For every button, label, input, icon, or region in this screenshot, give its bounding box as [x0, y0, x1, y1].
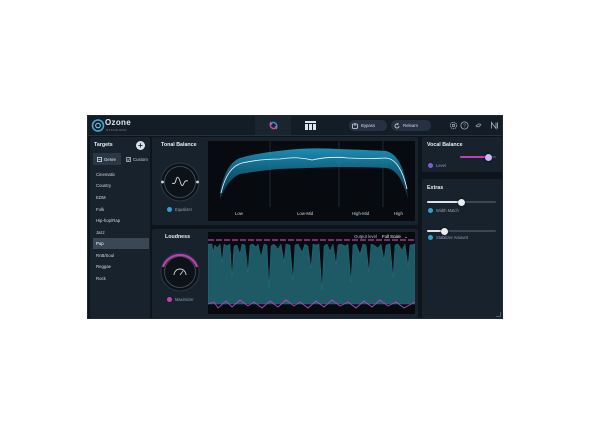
- loudness-graph: Output level Full Scale ⌄: [208, 232, 415, 314]
- band-label-low-mid: Low-Mid: [297, 211, 314, 216]
- relearn-icon: [394, 122, 400, 128]
- ozone-window: Ozone STANDARD Bypass Relearn ? Targets …: [87, 115, 503, 319]
- tonal-balance-panel: Tonal Balance Equalizer Low Low-Mid High…: [152, 137, 418, 225]
- custom-check-icon: [126, 156, 131, 162]
- vocal-balance-panel: Vocal Balance Level: [422, 137, 502, 172]
- targets-panel: Targets + Genre Custom Cinematic Country…: [90, 137, 150, 318]
- genre-item-pop[interactable]: Pop: [93, 238, 149, 249]
- power-icon: [167, 207, 172, 212]
- genre-icon: [97, 156, 102, 162]
- loudness-title: Loudness: [165, 234, 191, 240]
- settings-icon[interactable]: [449, 121, 458, 130]
- genre-item-rnb[interactable]: RnB/Soul: [93, 250, 149, 261]
- power-icon: [428, 235, 433, 240]
- stabilizer-slider-thumb[interactable]: [440, 227, 448, 235]
- tonal-balance-graph: Low Low-Mid High-Mid High: [208, 141, 415, 221]
- tonal-balance-title: Tonal Balance: [161, 142, 197, 148]
- logo-text: Ozone: [105, 118, 131, 127]
- width-match-label: Width Match: [436, 208, 459, 213]
- equalizer-module[interactable]: Equalizer: [167, 207, 192, 212]
- band-label-high: High: [394, 211, 403, 216]
- genre-item-hiphop[interactable]: Hip-hop/Rap: [93, 215, 149, 226]
- stabilizer-control: Stabilizer Amount: [428, 235, 468, 240]
- power-icon: [428, 163, 433, 168]
- equalizer-label: Equalizer: [175, 207, 193, 212]
- maximizer-module[interactable]: Maximizer: [167, 297, 194, 302]
- width-match-slider-fill: [427, 201, 462, 203]
- genre-item-rock[interactable]: Rock: [93, 273, 149, 284]
- level-label: Level: [436, 163, 446, 168]
- target-range-band: [220, 148, 408, 199]
- equalizer-knob[interactable]: [159, 161, 201, 203]
- extras-title: Extras: [427, 185, 444, 191]
- extras-panel: Extras Width Match Stabilizer Amount: [422, 179, 502, 318]
- genre-item-reggae[interactable]: Reggae: [93, 261, 149, 272]
- grid-view-icon: [304, 121, 316, 130]
- band-label-high-mid: High-Mid: [352, 211, 370, 216]
- assistant-view-button[interactable]: [255, 116, 291, 135]
- relearn-button[interactable]: Relearn: [391, 120, 431, 131]
- svg-text:?: ?: [463, 123, 466, 129]
- tab-custom[interactable]: Custom: [122, 153, 149, 165]
- ozone-swirl-icon[interactable]: [474, 121, 483, 130]
- top-bar: Ozone STANDARD Bypass Relearn ?: [88, 116, 502, 136]
- power-icon: [428, 208, 433, 213]
- genre-item-jazz[interactable]: Jazz: [93, 227, 149, 238]
- genre-item-cinematic[interactable]: Cinematic: [93, 169, 149, 180]
- assistant-view-icon: [269, 121, 277, 130]
- genre-item-folk[interactable]: Folk: [93, 204, 149, 215]
- ozone-logo-icon: [91, 119, 105, 132]
- grid-view-button[interactable]: [292, 116, 328, 135]
- resize-grip-icon[interactable]: [496, 312, 501, 317]
- targets-title: Targets: [94, 142, 113, 148]
- vocal-balance-title: Vocal Balance: [427, 142, 463, 148]
- tonal-balance-curves: [220, 141, 408, 207]
- relearn-label: Relearn: [403, 123, 419, 128]
- level-control: Level: [428, 163, 446, 168]
- loudness-panel: Loudness Maximizer Output level Full Sca…: [152, 229, 418, 318]
- ni-logo-icon[interactable]: [490, 121, 499, 130]
- stabilizer-label: Stabilizer Amount: [436, 235, 468, 240]
- bypass-label: Bypass: [361, 123, 376, 128]
- tab-custom-label: Custom: [133, 156, 148, 162]
- loudness-waveform: [208, 239, 415, 309]
- logo-subtitle: STANDARD: [106, 128, 128, 132]
- maximizer-knob[interactable]: [159, 251, 201, 293]
- help-icon[interactable]: ?: [460, 121, 469, 130]
- maximizer-label: Maximizer: [175, 297, 194, 302]
- plus-icon[interactable]: +: [136, 141, 145, 150]
- genre-item-country[interactable]: Country: [93, 180, 149, 191]
- bypass-icon: [352, 122, 358, 129]
- band-label-low: Low: [235, 211, 243, 216]
- genre-item-edm[interactable]: EDM: [93, 192, 149, 203]
- tab-genre[interactable]: Genre: [93, 153, 121, 165]
- power-icon: [167, 297, 172, 302]
- width-match-slider-thumb[interactable]: [458, 198, 465, 206]
- width-match-control: Width Match: [428, 208, 459, 213]
- tab-genre-label: Genre: [104, 156, 116, 162]
- level-slider-thumb[interactable]: [485, 153, 493, 161]
- bypass-button[interactable]: Bypass: [349, 120, 387, 131]
